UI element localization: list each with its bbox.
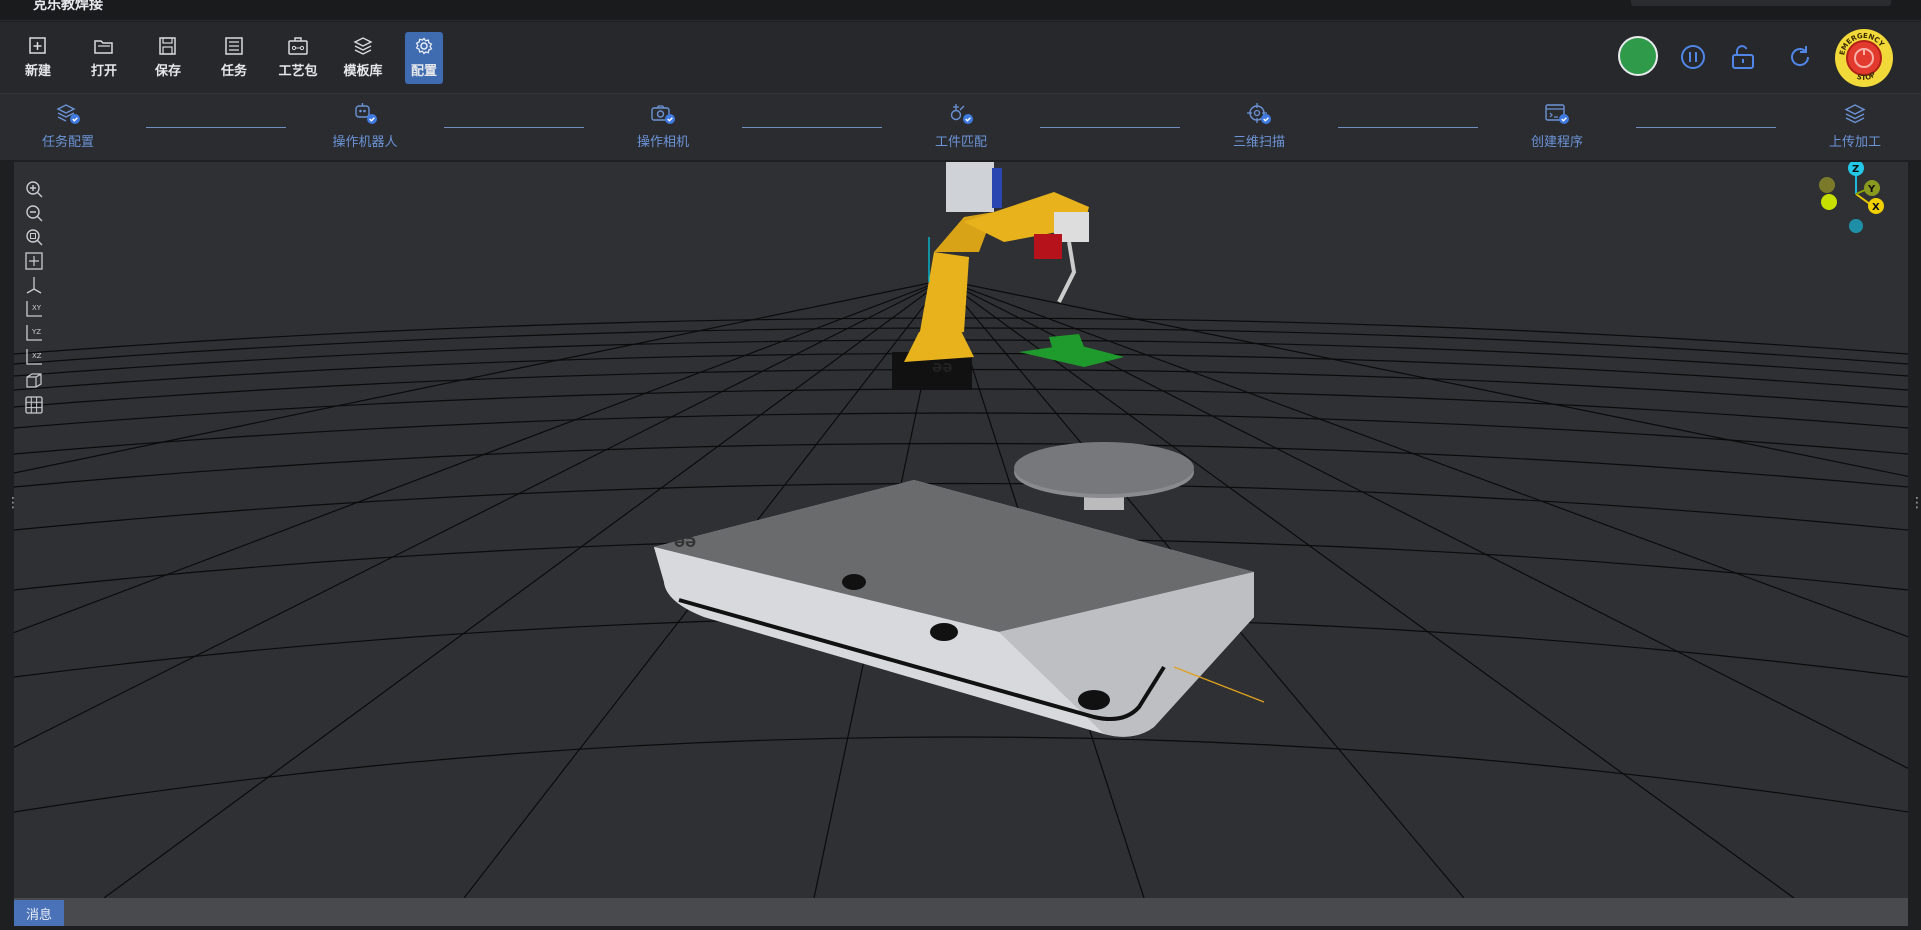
step-connector [444,127,584,128]
settings-gear-icon [415,37,433,55]
svg-text:XY: XY [32,304,42,312]
zoom-out-tool[interactable] [22,202,46,224]
step-connector [1338,127,1478,128]
upload-icon [1844,104,1866,124]
scan-3d-icon [1247,103,1271,124]
view-xz-icon: XZ [26,349,42,365]
zoom-out-icon [26,205,43,222]
view-yz-tool[interactable]: YZ [22,322,46,344]
config-button[interactable]: 配置 [405,32,443,84]
template-library-icon [353,37,373,55]
config-button-label: 配置 [410,64,437,79]
step-upload-process[interactable]: 上传加工 [1800,102,1910,150]
step-connector [1636,127,1776,128]
view-xz-tool[interactable]: XZ [22,346,46,368]
zoom-fit-icon [26,229,43,246]
step-connector [146,127,286,128]
task-button-label: 任务 [220,64,247,79]
robot-logo: ƏƏ [932,361,952,375]
workpiece-match-icon [950,104,973,124]
status-bar: 消息 [14,898,1908,926]
step-create-program-label: 创建程序 [1530,135,1583,150]
task-config-icon [56,104,80,124]
axis-x-label: X [1872,202,1880,213]
workflow-steps: 任务配置 操作机器人 操作相机 工件匹配 三维扫描 创建程序 上传加工 [0,94,1921,160]
zoom-in-icon [26,181,43,198]
view-yz-icon: YZ [26,325,42,341]
refresh-icon[interactable] [1785,42,1815,72]
open-button-label: 打开 [90,64,117,79]
new-file-icon [29,37,46,54]
base-logo: ƏƏ [674,536,696,551]
svg-text:XZ: XZ [32,352,42,360]
message-tab[interactable]: 消息 [14,900,64,926]
step-operate-robot[interactable]: 操作机器人 [310,102,420,150]
title-bar: 克乐教焊接 [0,0,1921,21]
viewport-toolbar: XY YZ XZ [22,178,48,418]
task-button[interactable]: 任务 [215,32,253,84]
view-xy-tool[interactable]: XY [22,298,46,320]
process-package-button-label: 工艺包 [278,64,318,79]
step-connector [742,127,882,128]
task-list-icon [225,37,243,55]
zoom-fit-tool[interactable] [22,226,46,248]
step-workpiece-match-label: 工件匹配 [934,135,987,150]
axis-y-label: Y [1867,184,1876,195]
step-connector [1040,127,1180,128]
step-task-config-label: 任务配置 [41,135,94,150]
step-upload-process-label: 上传加工 [1828,135,1881,150]
grid-tool[interactable] [22,394,46,416]
step-operate-camera[interactable]: 操作相机 [608,102,718,150]
axes-tool[interactable] [22,274,46,296]
template-library-button-label: 模板库 [343,64,383,79]
3d-viewport[interactable]: ƏƏ ƏƏ Z Y X XY YZ XZ [14,162,1908,898]
template-library-button[interactable]: 模板库 [343,32,383,84]
main-toolbar: 新建 打开 保存 任务 工艺包 模板库 配置 EMERGENCY STOP [0,22,1921,94]
unlock-icon[interactable] [1728,42,1758,72]
save-button[interactable]: 保存 [149,32,187,84]
box-view-tool[interactable] [22,370,46,392]
fit-all-icon [25,252,43,270]
box-view-icon [26,373,42,388]
run-status-indicator[interactable] [1618,36,1658,76]
view-xy-icon: XY [26,301,42,317]
step-create-program[interactable]: 创建程序 [1502,102,1612,150]
step-operate-camera-label: 操作相机 [636,135,689,150]
open-button[interactable]: 打开 [85,32,123,84]
right-panel-handle[interactable]: ⋮ [1910,496,1921,520]
process-package-button[interactable]: 工艺包 [278,32,318,84]
robot-icon [355,103,377,124]
axis-z-label: Z [1852,164,1859,175]
camera-icon [651,105,675,124]
emergency-stop-button[interactable]: EMERGENCY STOP [1834,28,1894,88]
step-task-config[interactable]: 任务配置 [13,102,123,150]
grid-icon [25,396,43,414]
process-package-icon [288,37,308,55]
step-workpiece-match[interactable]: 工件匹配 [906,102,1016,150]
app-window: 克乐教焊接 新建 打开 保存 任务 工艺包 模板库 配置 EMERGENCY S… [0,0,1921,930]
fit-all-tool[interactable] [22,250,46,272]
step-operate-robot-label: 操作机器人 [332,135,398,150]
emergency-stop-icon: EMERGENCY STOP [1835,29,1893,87]
new-button-label: 新建 [24,64,51,79]
new-button[interactable]: 新建 [19,32,57,84]
window-title: 克乐教焊接 [33,0,103,13]
create-program-icon [1545,104,1569,124]
step-3d-scan-label: 三维扫描 [1232,135,1285,150]
step-3d-scan[interactable]: 三维扫描 [1204,102,1314,150]
zoom-in-tool[interactable] [22,178,46,200]
scene-canvas[interactable]: ƏƏ ƏƏ Z Y X [14,162,1908,898]
open-folder-icon [94,40,113,54]
axes-icon [26,277,42,294]
save-button-label: 保存 [154,64,181,79]
title-bar-search[interactable] [1631,0,1891,6]
svg-text:YZ: YZ [31,328,41,336]
save-icon [159,37,176,55]
pause-icon[interactable] [1679,43,1707,71]
left-panel-handle[interactable]: ⋮ [6,496,20,520]
